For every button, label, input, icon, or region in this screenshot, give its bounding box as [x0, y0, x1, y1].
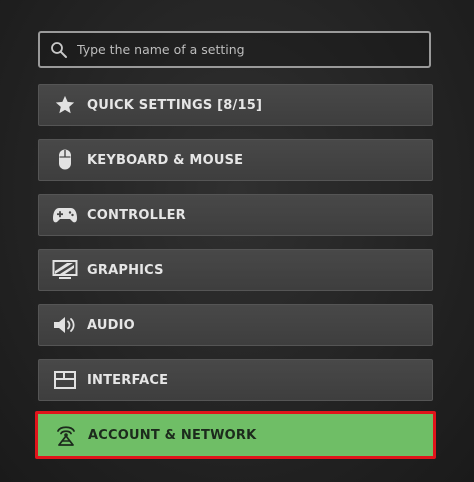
menu-item-label: INTERFACE	[87, 372, 169, 388]
menu-item-label: ACCOUNT & NETWORK	[88, 427, 257, 443]
search-bar[interactable]	[38, 31, 431, 68]
search-icon	[48, 39, 70, 61]
menu-item-label: CONTROLLER	[87, 207, 186, 223]
menu-item-label: GRAPHICS	[87, 262, 164, 278]
gamepad-icon	[52, 202, 78, 228]
menu-item-label: AUDIO	[87, 317, 135, 333]
menu-item-audio[interactable]: AUDIO	[38, 304, 433, 346]
speaker-icon	[52, 312, 78, 338]
menu-item-interface[interactable]: INTERFACE	[38, 359, 433, 401]
menu-item-controller[interactable]: CONTROLLER	[38, 194, 433, 236]
menu-item-quick-settings[interactable]: QUICK SETTINGS [8/15]	[38, 84, 433, 126]
menu-item-account-network[interactable]: ACCOUNT & NETWORK	[35, 411, 436, 459]
star-icon	[52, 92, 78, 118]
menu-item-label: QUICK SETTINGS [8/15]	[87, 97, 263, 113]
monitor-icon	[52, 257, 78, 283]
menu-item-label: KEYBOARD & MOUSE	[87, 152, 244, 168]
settings-panel: QUICK SETTINGS [8/15] KEYBOARD & MOUSE C…	[0, 0, 474, 482]
menu-item-keyboard-mouse[interactable]: KEYBOARD & MOUSE	[38, 139, 433, 181]
search-input[interactable]	[77, 33, 429, 66]
mouse-icon	[52, 147, 78, 173]
network-icon	[53, 422, 79, 448]
layout-icon	[52, 367, 78, 393]
menu-item-graphics[interactable]: GRAPHICS	[38, 249, 433, 291]
